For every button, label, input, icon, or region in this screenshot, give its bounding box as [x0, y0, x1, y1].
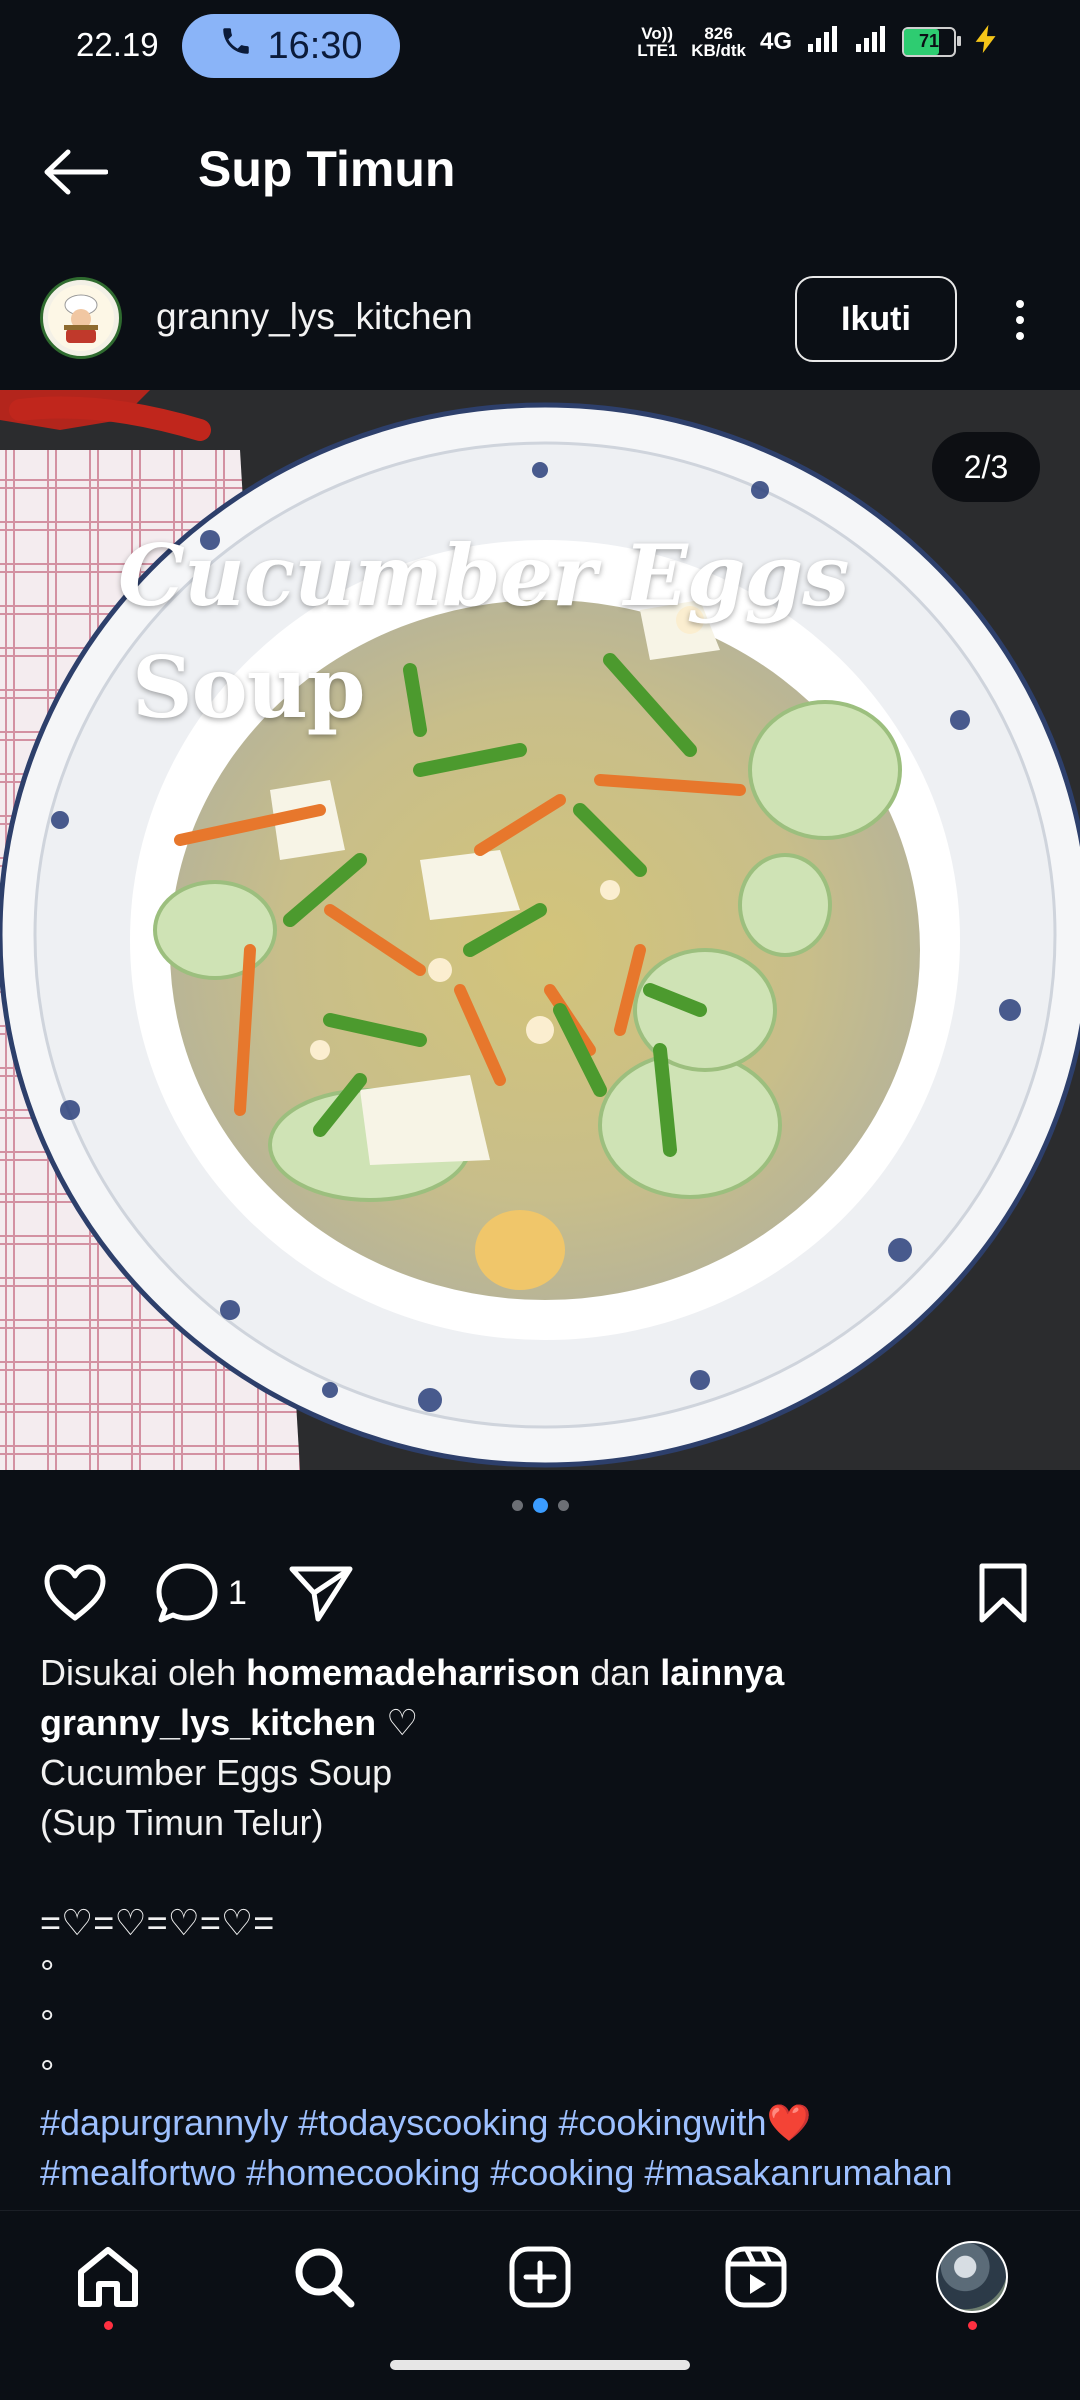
signal-icon-1	[806, 24, 840, 59]
follow-button[interactable]: Ikuti	[795, 276, 957, 362]
liked-others[interactable]: lainnya	[660, 1652, 784, 1693]
more-options-icon[interactable]	[1000, 288, 1040, 352]
like-button[interactable]	[40, 1560, 110, 1626]
caption-username[interactable]: granny_lys_kitchen	[40, 1702, 376, 1743]
status-time: 22.19	[76, 26, 159, 63]
carousel-dot	[511, 1500, 523, 1511]
comment-button[interactable]	[152, 1560, 222, 1626]
caption-line: Cucumber Eggs Soup	[40, 1752, 393, 1793]
search-icon	[295, 2248, 355, 2308]
liked-prefix: Disukai oleh	[40, 1652, 247, 1693]
speed-value: 826	[704, 23, 733, 43]
chef-logo-icon	[48, 285, 114, 351]
ongoing-call-pill[interactable]: 16:30	[182, 14, 400, 78]
network-type: 4G	[759, 27, 792, 55]
nav-create[interactable]	[500, 2237, 580, 2317]
save-button[interactable]	[968, 1560, 1038, 1626]
create-icon	[509, 2246, 571, 2308]
arrow-left-icon	[44, 149, 108, 195]
caption-author-line: granny_lys_kitchen ♡	[40, 1698, 1050, 1748]
image-counter: 2/3	[932, 432, 1040, 502]
send-icon	[289, 1566, 353, 1622]
post-caption: Disukai oleh homemadeharrison dan lainny…	[40, 1648, 1050, 2198]
caption-line: °	[40, 2002, 55, 2043]
back-button[interactable]	[40, 140, 110, 204]
carousel-dot-active	[532, 1498, 548, 1513]
reels-icon	[725, 2246, 787, 2308]
battery-level: 71	[918, 31, 940, 51]
bookmark-icon	[979, 1563, 1027, 1623]
profile-avatar	[936, 2241, 1008, 2313]
hashtags-line[interactable]: #dapurgrannyly #todayscooking #cookingwi…	[40, 2098, 1050, 2148]
network-speed: 826 KB/dtk	[691, 25, 746, 59]
status-icons: Vo)) LTE1 826 KB/dtk 4G 71	[637, 22, 1004, 61]
nav-profile[interactable]	[932, 2237, 1012, 2330]
liked-user[interactable]: homemadeharrison	[246, 1652, 580, 1693]
caption-symbol: ♡	[376, 1702, 419, 1743]
status-bar: 22.19 16:30 Vo)) LTE1 826 KB/dtk 4G 71	[0, 0, 1080, 96]
account-avatar[interactable]	[40, 277, 122, 359]
call-timer: 16:30	[267, 24, 363, 67]
overlay-line-1: Cucumber Eggs	[118, 526, 849, 625]
hashtags-text[interactable]: #dapurgrannyly #todayscooking #cookingwi…	[40, 2102, 766, 2143]
comment-count: 1	[228, 1574, 247, 1612]
nav-reels[interactable]	[716, 2237, 796, 2317]
caption-line: °	[40, 2052, 55, 2093]
post-header: granny_lys_kitchen Ikuti	[0, 262, 1080, 382]
notification-dot	[104, 2321, 113, 2330]
nav-search[interactable]	[284, 2237, 364, 2317]
heart-icon	[44, 1564, 106, 1621]
carousel-dot	[557, 1500, 569, 1511]
post-image[interactable]: Cucumber Eggs Soup 2/3	[0, 390, 1080, 1470]
image-overlay-title: Cucumber Eggs Soup	[118, 520, 849, 744]
charging-icon	[970, 22, 1004, 61]
volte-indicator: Vo)) LTE1	[637, 23, 678, 60]
nav-home[interactable]	[68, 2237, 148, 2330]
signal-icon-2	[854, 24, 888, 59]
page-title: Sup Timun	[198, 141, 456, 197]
notification-dot	[968, 2321, 977, 2330]
app-header: Sup Timun	[0, 110, 1080, 234]
account-username[interactable]: granny_lys_kitchen	[156, 296, 473, 338]
home-icon	[78, 2247, 138, 2307]
share-button[interactable]	[286, 1560, 356, 1626]
gesture-home-indicator[interactable]	[390, 2360, 690, 2370]
caption-line: (Sup Timun Telur)	[40, 1802, 324, 1843]
overlay-line-2: Soup	[132, 638, 365, 737]
hashtags-line[interactable]: #mealfortwo #homecooking #cooking #masak…	[40, 2148, 1050, 2198]
post-actions: 1	[0, 1552, 1080, 1632]
caption-line	[40, 1848, 1050, 1898]
liked-by[interactable]: Disukai oleh homemadeharrison dan lainny…	[40, 1648, 1050, 1698]
red-heart-emoji: ❤️	[766, 2102, 812, 2143]
phone-icon	[219, 24, 253, 68]
battery-icon: 71	[902, 26, 961, 57]
carousel-indicator	[0, 1498, 1080, 1513]
liked-mid: dan	[580, 1652, 661, 1693]
comment-icon	[156, 1563, 218, 1623]
bottom-navigation	[0, 2210, 1080, 2341]
caption-line: =♡=♡=♡=♡=	[40, 1902, 275, 1943]
speed-unit: KB/dtk	[691, 40, 746, 60]
caption-line: °	[40, 1952, 55, 1993]
